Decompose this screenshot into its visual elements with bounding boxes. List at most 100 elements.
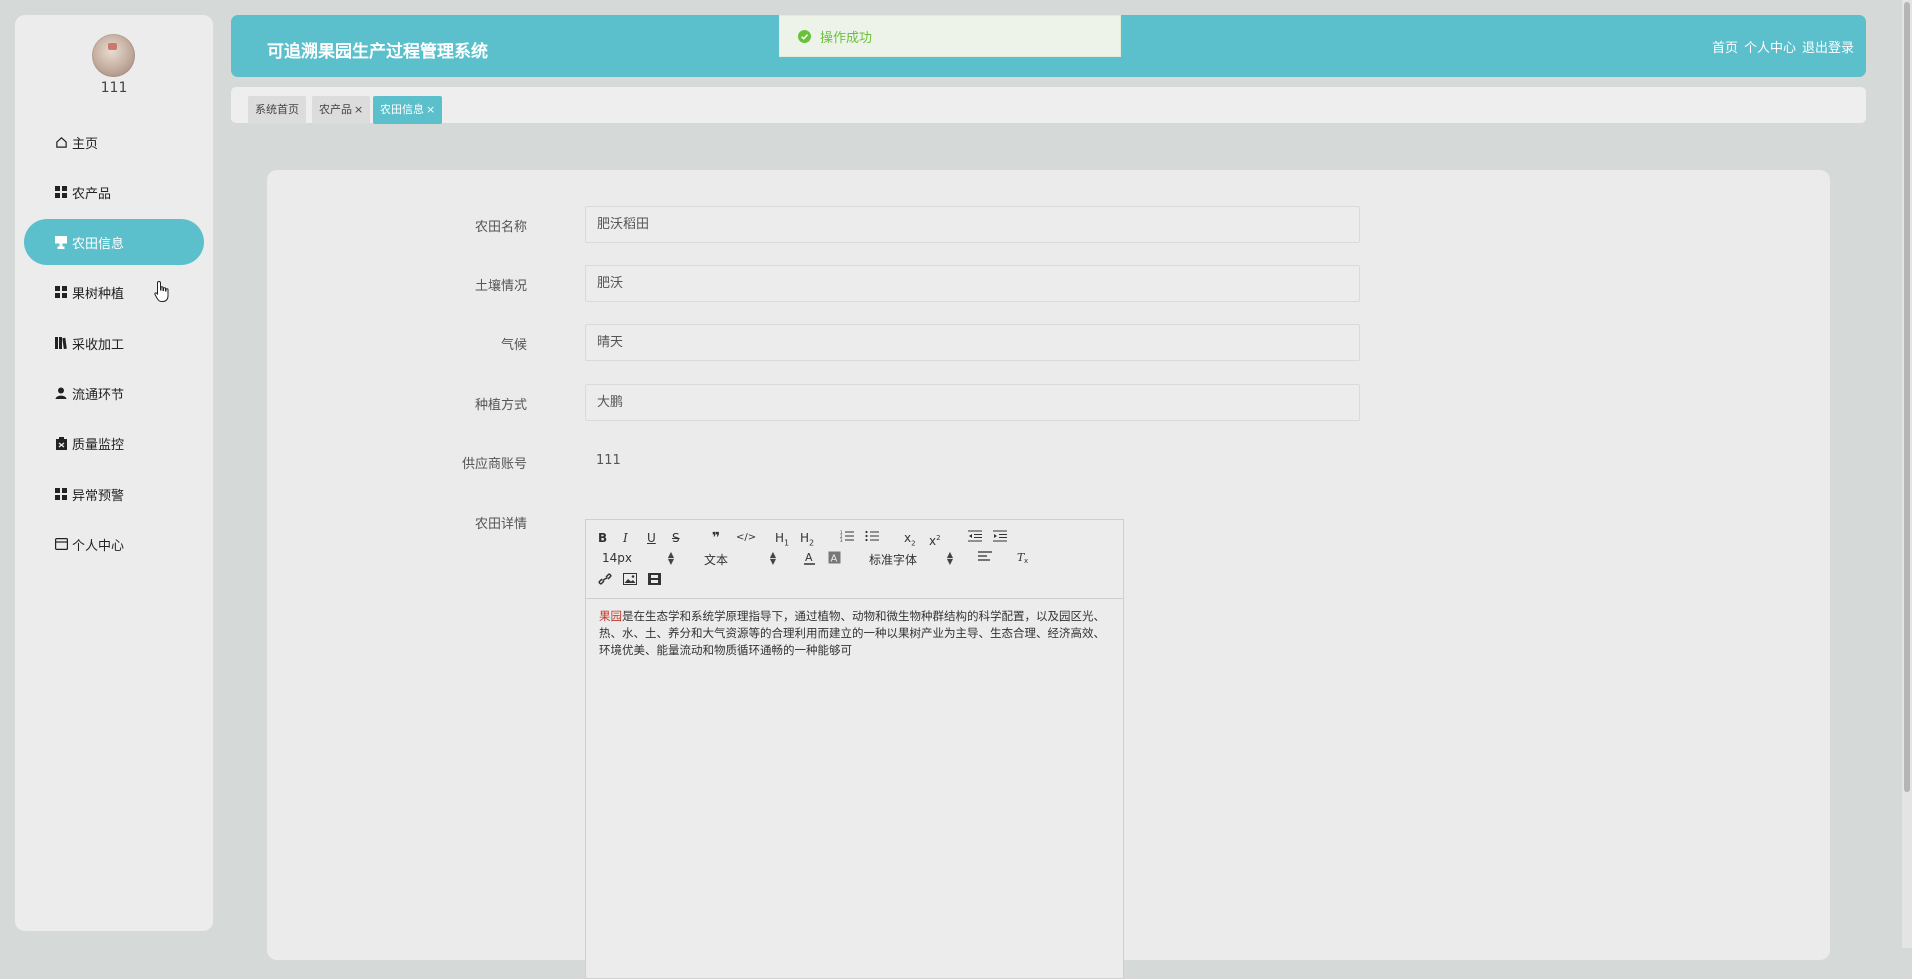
content-text: 是在生态学和系统学原理指导下，通过植物、动物和微生物种群结构的科学配置，以及园区… [599, 609, 1105, 657]
user-icon [54, 386, 68, 400]
scrollbar-thumb[interactable] [1904, 2, 1910, 792]
sidebar-item-label: 采收加工 [72, 337, 125, 353]
chevron-updown-icon: ▲ ▼ [769, 550, 776, 566]
supplier-label: 供应商账号 [461, 457, 527, 472]
close-icon[interactable]: × [354, 103, 363, 116]
code-block-icon[interactable]: </> [736, 530, 756, 546]
link-icon[interactable] [598, 573, 612, 589]
sidebar-item-circulation[interactable]: 流通环节 [24, 370, 204, 416]
detail-label: 农田详情 [474, 517, 527, 532]
tab-label: 农田信息 [380, 103, 424, 116]
field-name-label: 农田名称 [474, 220, 527, 235]
sidebar-item-label: 农产品 [72, 186, 112, 202]
header-links: 首页 个人中心 退出登录 [1712, 37, 1854, 56]
editor-content[interactable]: 果园是在生态学和系统学原理指导下，通过植物、动物和微生物种群结构的科学配置，以及… [599, 608, 1111, 659]
sidebar-item-label: 质量监控 [72, 437, 125, 453]
sidebar-item-field-info[interactable]: 农田信息 [24, 219, 204, 265]
home-icon [54, 135, 68, 149]
video-icon[interactable] [648, 573, 661, 589]
chevron-updown-icon: ▲ ▼ [667, 550, 674, 566]
sidebar-item-label: 个人中心 [72, 538, 125, 554]
header-link-logout[interactable]: 退出登录 [1802, 37, 1854, 56]
outdent-icon[interactable] [968, 530, 982, 546]
clear-format-icon[interactable]: Tx [1017, 551, 1031, 567]
chevron-updown-icon: ▲ ▼ [946, 550, 953, 566]
editor-toolbar: B I U S ❞ </> H1 H2 123 x2 x2 14px ▲ ▼ 文… [586, 520, 1123, 599]
planting-method-input[interactable]: 大鹏 [585, 384, 1360, 421]
sidebar-item-fruit-planting[interactable]: 果树种植 [24, 269, 204, 315]
sidebar-item-home[interactable]: 主页 [24, 119, 204, 165]
sidebar: 111 主页 农产品 农田信息 果树种植 采收加工 流通环节 质量监控 异常预警… [15, 15, 213, 931]
sidebar-item-products[interactable]: 农产品 [24, 169, 204, 215]
background-color-icon[interactable]: A [828, 551, 841, 567]
tabs-bar: 系统首页 农产品 × 农田信息 × [231, 87, 1866, 124]
planting-method-label: 种植方式 [474, 398, 527, 413]
header-link-home[interactable]: 首页 [1712, 37, 1738, 56]
font-color-icon[interactable]: A [803, 551, 816, 567]
tab-label: 系统首页 [255, 103, 299, 116]
svg-text:3: 3 [840, 538, 843, 542]
content-highlight: 果园 [599, 609, 622, 623]
grid-icon [54, 285, 68, 299]
font-family-picker[interactable]: 标准字体 ▲ ▼ [869, 551, 953, 568]
font-family-value: 标准字体 [869, 553, 918, 567]
subscript-icon[interactable]: x2 [904, 530, 916, 547]
tab-system-home[interactable]: 系统首页 [248, 96, 306, 124]
sidebar-item-label: 农田信息 [72, 236, 125, 252]
success-toast: 操作成功 [779, 15, 1121, 57]
sidebar-item-label: 异常预警 [72, 488, 125, 504]
font-size-picker[interactable]: 14px ▲ ▼ [602, 550, 674, 566]
form-card: 农田名称 肥沃稻田 土壤情况 肥沃 气候 晴天 种植方式 大鹏 供应商账号 11… [267, 170, 1830, 979]
soil-label: 土壤情况 [474, 279, 527, 294]
indent-icon[interactable] [993, 530, 1007, 546]
climate-label: 气候 [500, 338, 527, 353]
clipboard-icon [54, 436, 68, 450]
sidebar-item-quality[interactable]: 质量监控 [24, 420, 204, 466]
ordered-list-icon[interactable]: 123 [840, 530, 854, 546]
page-scrollbar[interactable] [1902, 0, 1912, 948]
close-icon[interactable]: × [426, 103, 435, 116]
bold-icon[interactable]: B [598, 530, 607, 546]
svg-text:x: x [1024, 557, 1028, 564]
strike-icon[interactable]: S [672, 530, 680, 546]
sidebar-item-warning[interactable]: 异常预警 [24, 471, 204, 517]
sidebar-item-label: 果树种植 [72, 286, 125, 302]
check-circle-icon [798, 29, 811, 43]
italic-icon[interactable]: I [623, 530, 628, 546]
supplier-value: 111 [596, 453, 621, 468]
tab-label: 农产品 [319, 103, 352, 116]
field-icon [54, 235, 68, 249]
header1-icon[interactable]: H1 [775, 530, 789, 547]
card-icon [54, 537, 68, 551]
rich-text-editor: B I U S ❞ </> H1 H2 123 x2 x2 14px ▲ ▼ 文… [585, 519, 1124, 979]
avatar[interactable] [92, 34, 135, 77]
climate-input[interactable]: 晴天 [585, 324, 1360, 361]
header2-icon[interactable]: H2 [800, 530, 814, 547]
toast-message: 操作成功 [820, 30, 873, 46]
grid-icon [54, 487, 68, 501]
sidebar-item-label: 流通环节 [72, 387, 125, 403]
field-name-input[interactable]: 肥沃稻田 [585, 206, 1360, 243]
align-icon[interactable] [978, 551, 992, 567]
book-icon [54, 336, 68, 350]
blockquote-icon[interactable]: ❞ [712, 530, 720, 546]
font-size-value: 14px [602, 551, 632, 565]
app-title: 可追溯果园生产过程管理系统 [267, 42, 488, 62]
bullet-list-icon[interactable] [865, 530, 879, 546]
header-picker[interactable]: 文本 ▲ ▼ [704, 551, 776, 568]
tab-field-info[interactable]: 农田信息 × [373, 96, 443, 124]
hand-cursor-icon [154, 280, 172, 304]
header-picker-value: 文本 [704, 553, 729, 567]
sidebar-item-profile[interactable]: 个人中心 [24, 521, 204, 567]
sidebar-item-label: 主页 [72, 136, 99, 152]
soil-input[interactable]: 肥沃 [585, 265, 1360, 302]
header-link-profile[interactable]: 个人中心 [1744, 37, 1796, 56]
svg-text:A: A [805, 551, 813, 564]
underline-icon[interactable]: U [647, 530, 656, 546]
svg-text:A: A [831, 554, 838, 565]
image-icon[interactable] [623, 573, 637, 589]
username: 111 [100, 80, 128, 96]
sidebar-item-harvest[interactable]: 采收加工 [24, 320, 204, 366]
superscript-icon[interactable]: x2 [929, 530, 941, 548]
tab-products[interactable]: 农产品 × [312, 96, 371, 124]
